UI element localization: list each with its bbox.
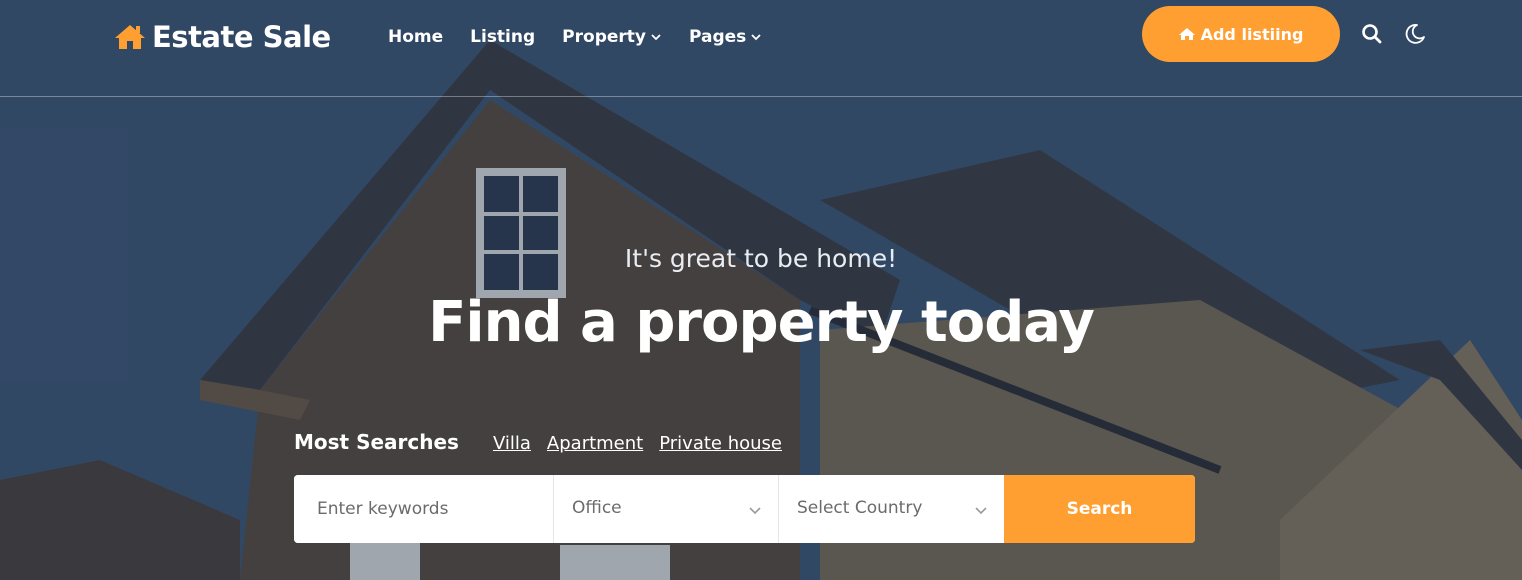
hero-tagline: It's great to be home!: [624, 244, 898, 273]
most-searches-label: Most Searches: [294, 430, 459, 454]
brand-name: Estate Sale: [152, 20, 331, 54]
property-type-value: Office: [572, 498, 622, 518]
home-icon: [1178, 28, 1195, 40]
chevron-down-icon: [974, 503, 988, 517]
chevron-down-icon: [751, 34, 761, 41]
country-select[interactable]: Select Country: [779, 475, 1004, 543]
chevron-down-icon: [651, 34, 661, 41]
add-listing-label: Add listiing: [1200, 24, 1304, 44]
add-listing-button[interactable]: Add listiing: [1142, 6, 1340, 62]
property-search-form: Office Select Country Search: [294, 475, 1195, 543]
most-search-link-apartment[interactable]: Apartment: [547, 433, 643, 454]
search-icon[interactable]: [1360, 22, 1384, 46]
most-search-link-villa[interactable]: Villa: [493, 433, 531, 454]
country-value: Select Country: [797, 498, 923, 518]
nav-item-home[interactable]: Home: [388, 27, 443, 47]
moon-icon[interactable]: [1403, 22, 1427, 46]
keywords-input[interactable]: [294, 475, 554, 543]
nav-item-pages[interactable]: Pages: [689, 27, 762, 47]
site-header: Estate Sale Home Listing Property Pages: [0, 0, 1522, 97]
nav-item-listing[interactable]: Listing: [470, 27, 535, 47]
most-searches: Most Searches Villa Apartment Private ho…: [294, 430, 782, 454]
property-type-select[interactable]: Office: [554, 475, 779, 543]
most-search-link-private-house[interactable]: Private house: [659, 433, 782, 454]
nav-item-label: Pages: [689, 27, 747, 47]
nav-item-label: Property: [562, 27, 646, 47]
home-icon: [115, 25, 145, 49]
nav-item-label: Home: [388, 27, 444, 47]
chevron-down-icon: [748, 503, 762, 517]
hero-section: Estate Sale Home Listing Property Pages: [0, 0, 1522, 580]
hero-headline: Find a property today: [428, 290, 1095, 355]
nav-item-label: Listing: [470, 27, 536, 47]
main-nav: Home Listing Property Pages: [388, 27, 762, 47]
nav-item-property[interactable]: Property: [562, 27, 662, 47]
search-button[interactable]: Search: [1004, 475, 1195, 543]
brand-logo[interactable]: Estate Sale: [114, 20, 331, 54]
